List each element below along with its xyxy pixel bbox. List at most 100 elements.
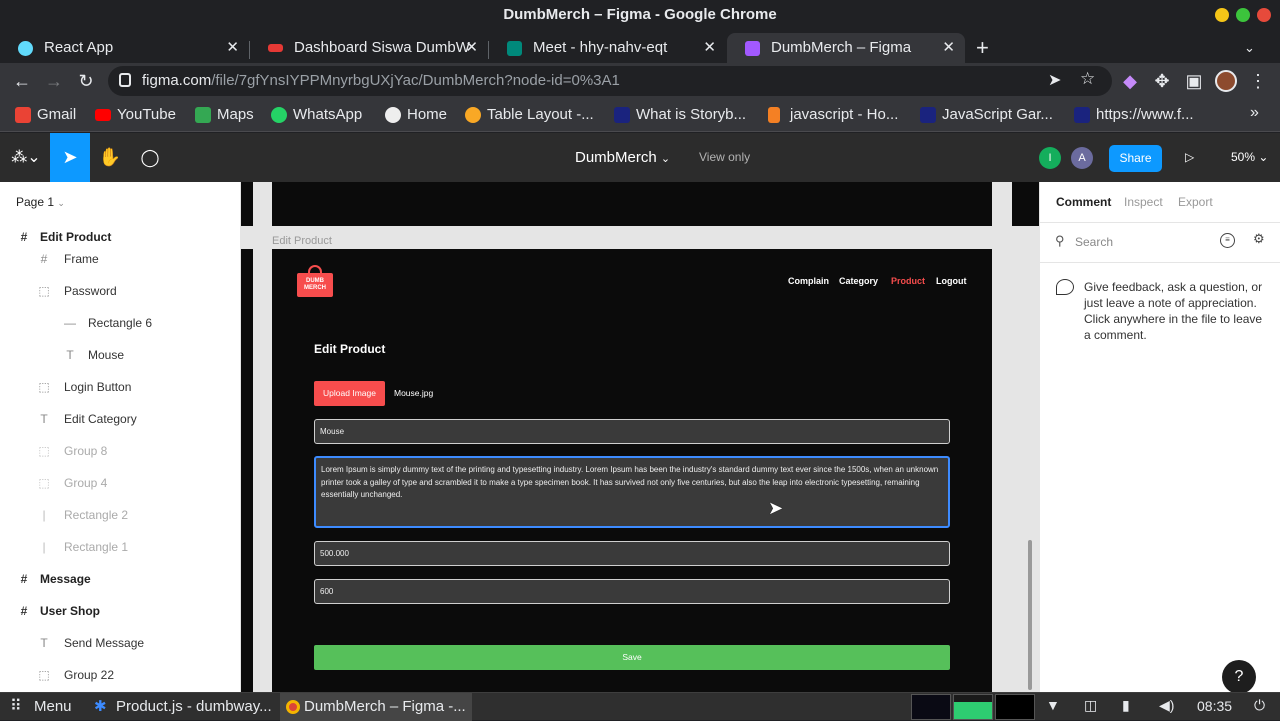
frame-label[interactable]: Edit Product — [272, 235, 332, 247]
tab-strip: React App ✕ Dashboard Siswa DumbW ✕ Meet… — [0, 30, 1280, 63]
taskbar-chrome[interactable]: DumbMerch – Figma -... — [280, 693, 472, 721]
maximize-button[interactable] — [1236, 8, 1250, 22]
avatar[interactable]: I — [1039, 147, 1061, 169]
share-button[interactable]: Share — [1109, 145, 1162, 172]
layer-message[interactable]: # Message — [0, 563, 240, 595]
tab-comment[interactable]: Comment — [1056, 195, 1111, 209]
layer-edit-category[interactable]: T Edit Category — [0, 403, 240, 435]
layer-group-22[interactable]: ⬚ Group 22 — [0, 659, 240, 691]
bookmark-storybook[interactable]: What is Storyb... — [614, 105, 746, 125]
tab-dashboard[interactable]: Dashboard Siswa DumbW ✕ — [250, 33, 488, 63]
reload-icon[interactable]: ↻ — [74, 69, 98, 93]
layer-label: Edit Category — [64, 412, 137, 426]
nav-complain[interactable]: Complain — [788, 276, 829, 286]
bookmark-table-layout[interactable]: Table Layout -... — [465, 105, 594, 125]
bookmark-label: Table Layout -... — [487, 106, 594, 123]
close-tab-icon[interactable]: ✕ — [942, 33, 955, 63]
clock[interactable]: 08:35 — [1197, 698, 1232, 714]
filter-icon[interactable]: ≡ — [1220, 233, 1235, 248]
present-icon[interactable]: ▷ — [1185, 133, 1194, 182]
nav-category[interactable]: Category — [839, 276, 878, 286]
layer-group-8[interactable]: ⬚ Group 8 — [0, 435, 240, 467]
layer-send-message[interactable]: T Send Message — [0, 627, 240, 659]
bookmark-label: What is Storyb... — [636, 106, 747, 123]
drive-icon[interactable]: ◫ — [1084, 697, 1097, 714]
layer-rectangle-1[interactable]: | Rectangle 1 — [0, 531, 240, 563]
move-tool-icon[interactable]: ➤ — [50, 133, 90, 182]
zoom-level[interactable]: 50% ⌄ — [1231, 133, 1268, 182]
bookmark-maps[interactable]: Maps — [195, 105, 254, 125]
layer-password[interactable]: ⬚ Password — [0, 275, 240, 307]
back-icon[interactable]: ← — [10, 69, 34, 93]
stock-field[interactable]: 600 — [314, 579, 950, 604]
bookmark-js-garden[interactable]: JavaScript Gar... — [920, 105, 1053, 125]
text-icon: T — [40, 636, 48, 650]
canvas-scrollbar[interactable] — [1028, 540, 1032, 690]
bookmark-star-icon[interactable]: ☆ — [1080, 69, 1095, 89]
tab-inspect[interactable]: Inspect — [1124, 195, 1163, 209]
layer-group-4[interactable]: ⬚ Group 4 — [0, 467, 240, 499]
page-selector[interactable]: Page 1 ⌄ — [16, 195, 65, 209]
nav-logout[interactable]: Logout — [936, 276, 967, 286]
address-bar[interactable]: figma.com/file/7gfYnsIYPPMnyrbgUXjYac/Du… — [108, 66, 1112, 96]
bookmark-whatsapp[interactable]: WhatsApp — [271, 105, 362, 125]
layer-rectangle-6[interactable]: — Rectangle 6 — [0, 307, 240, 339]
layer-label: Rectangle 2 — [64, 508, 129, 522]
layer-user-shop[interactable]: # User Shop — [0, 595, 240, 627]
bookmark-link[interactable]: https://www.f... — [1074, 105, 1194, 125]
forward-icon[interactable]: → — [42, 69, 66, 93]
name-field[interactable]: Mouse — [314, 419, 950, 444]
url-text[interactable]: figma.com/file/7gfYnsIYPPMnyrbgUXjYac/Du… — [142, 66, 620, 96]
tab-react-app[interactable]: React App ✕ — [0, 33, 249, 63]
volume-icon[interactable]: ◀) — [1159, 697, 1174, 714]
puzzle-icon[interactable]: ✥ — [1150, 69, 1174, 93]
tab-export[interactable]: Export — [1178, 195, 1213, 209]
url-host: figma.com — [142, 72, 212, 89]
frame-above — [272, 182, 992, 226]
tab-figma[interactable]: DumbMerch – Figma ✕ — [727, 33, 965, 63]
battery-icon[interactable]: ▮ — [1122, 697, 1130, 714]
search-input[interactable]: Search — [1075, 235, 1113, 249]
description-field[interactable]: Lorem Ipsum is simply dummy text of the … — [314, 456, 950, 528]
start-menu-button[interactable]: ⠿ Menu — [10, 693, 72, 721]
close-tab-icon[interactable]: ✕ — [465, 33, 478, 63]
tab-search-icon[interactable]: ⌄ — [1244, 33, 1255, 63]
edit-product-frame[interactable]: DUMB MERCH Complain Category Product Logo… — [272, 249, 992, 692]
bookmark-home[interactable]: Home — [385, 105, 447, 125]
close-tab-icon[interactable]: ✕ — [703, 33, 716, 63]
new-tab-icon[interactable]: + — [976, 33, 989, 63]
close-window-button[interactable] — [1257, 8, 1271, 22]
figma-menu-icon[interactable]: ⁂⌄ — [8, 133, 44, 182]
bookmark-gmail[interactable]: Gmail — [15, 105, 76, 125]
close-tab-icon[interactable]: ✕ — [226, 33, 239, 63]
bookmark-youtube[interactable]: YouTube — [95, 105, 176, 125]
upload-image-button[interactable]: Upload Image — [314, 381, 385, 406]
layer-mouse[interactable]: T Mouse — [0, 339, 240, 371]
layer-login-button[interactable]: ⬚ Login Button — [0, 371, 240, 403]
save-button[interactable]: Save — [314, 645, 950, 670]
help-button[interactable]: ? — [1222, 660, 1256, 694]
tab-meet[interactable]: Meet - hhy-nahv-eqt ✕ — [489, 33, 726, 63]
wifi-icon[interactable]: ▼ — [1046, 697, 1060, 713]
menu-dots-icon[interactable]: ⋮ — [1246, 69, 1270, 93]
settings-sliders-icon[interactable]: ⚙ — [1253, 231, 1265, 247]
design-canvas[interactable]: Edit Product DUMB MERCH Complain Category… — [241, 182, 1039, 692]
comment-tool-icon[interactable]: ◯ — [132, 133, 168, 182]
taskbar-vscode[interactable]: ✱ Product.js - dumbway... — [92, 693, 272, 721]
layer-frame[interactable]: # Frame — [0, 243, 240, 275]
bookmarks-bar: Gmail YouTube Maps WhatsApp Home Table L… — [0, 99, 1280, 132]
power-icon[interactable]: ⏻ — [1254, 697, 1265, 714]
bookmark-stackoverflow[interactable]: javascript - Ho... — [768, 105, 898, 125]
avatar[interactable]: A — [1071, 147, 1093, 169]
minimize-button[interactable] — [1215, 8, 1229, 22]
nav-product[interactable]: Product — [891, 276, 925, 286]
file-name[interactable]: DumbMerch ⌄ — [575, 133, 670, 184]
hand-tool-icon[interactable]: ✋ — [92, 133, 128, 182]
profile-avatar[interactable] — [1215, 70, 1237, 92]
price-field[interactable]: 500.000 — [314, 541, 950, 566]
more-bookmarks-icon[interactable]: » — [1250, 104, 1259, 122]
extension-icon[interactable]: ◆ — [1118, 69, 1142, 93]
layer-rectangle-2[interactable]: | Rectangle 2 — [0, 499, 240, 531]
send-icon[interactable]: ➤ — [1048, 70, 1061, 90]
sidepanel-icon[interactable]: ▣ — [1182, 69, 1206, 93]
